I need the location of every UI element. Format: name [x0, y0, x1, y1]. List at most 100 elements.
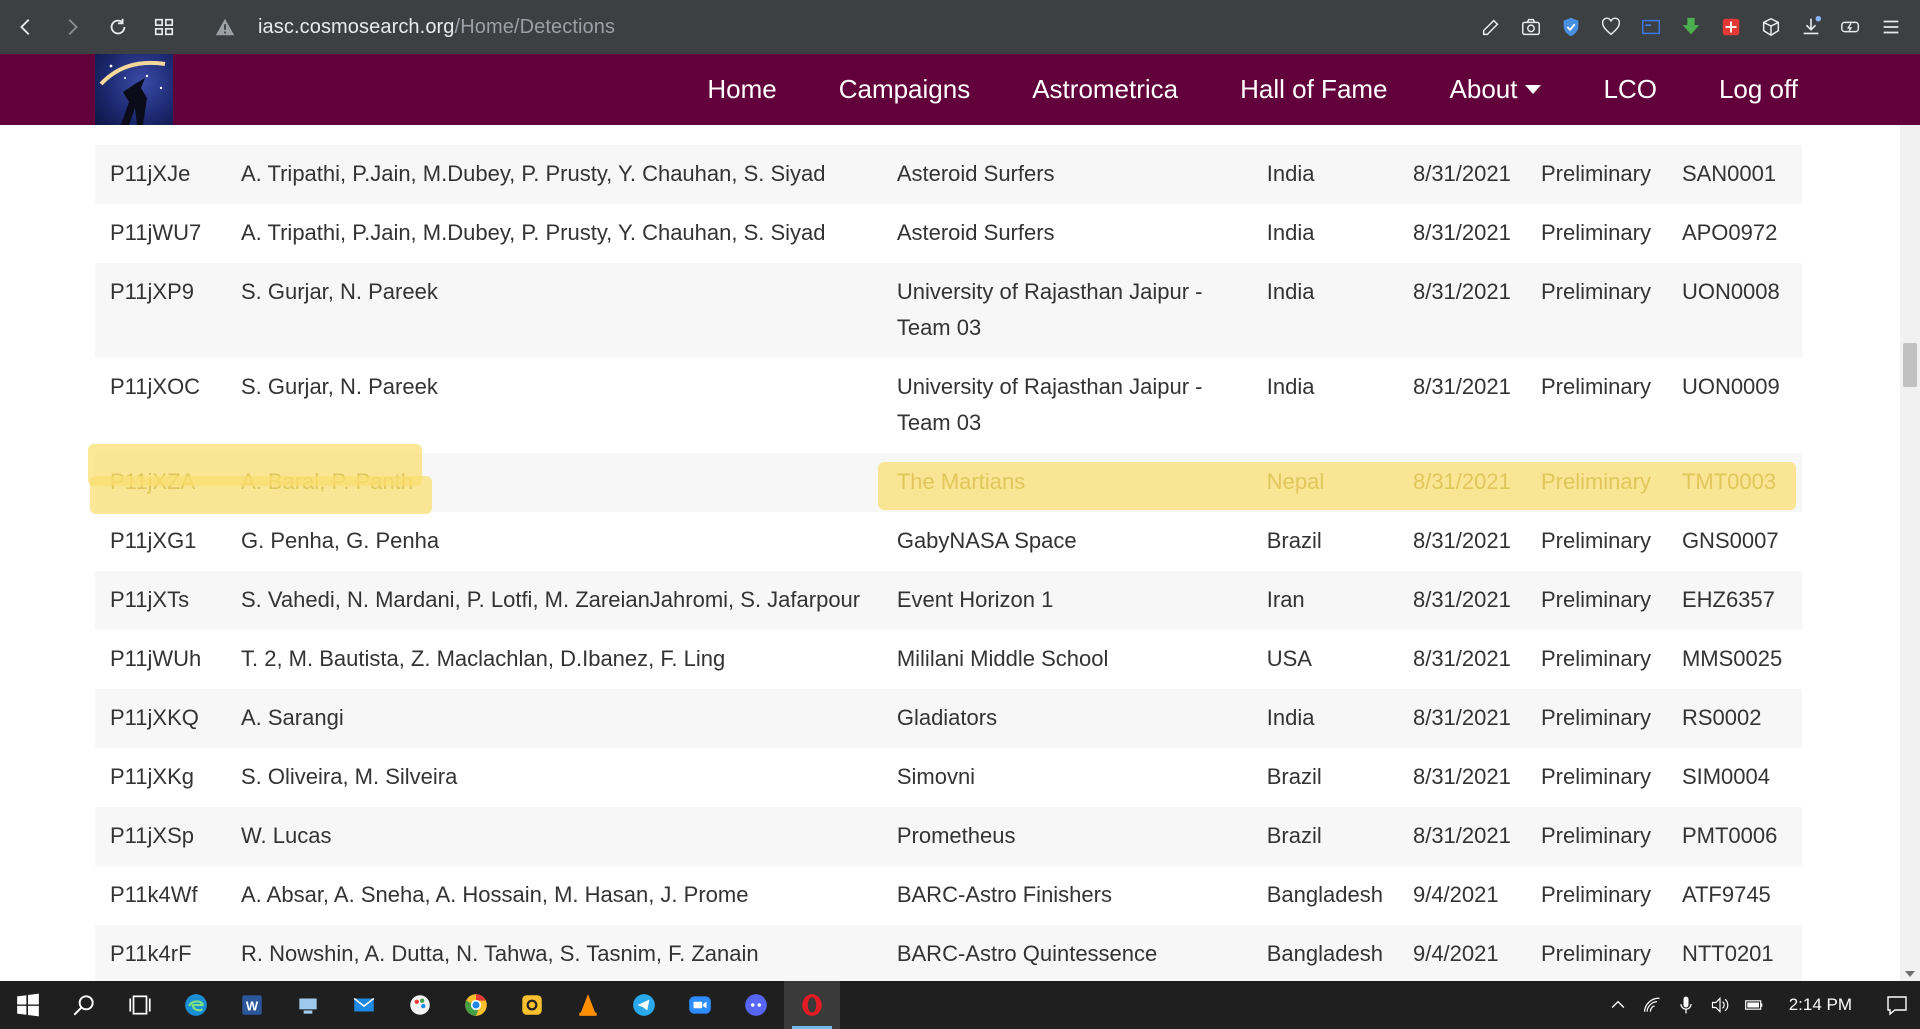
table-row: P11jXP9 S. Gurjar, N. Pareek University of…	[95, 263, 1802, 358]
country-cell: India	[1251, 145, 1398, 204]
downloads-icon[interactable]	[1796, 12, 1826, 42]
windows-start-icon[interactable]	[0, 981, 56, 1029]
back-button[interactable]	[6, 7, 46, 47]
tab-icon[interactable]	[1636, 12, 1666, 42]
vlc-icon[interactable]	[560, 981, 616, 1029]
taskbar-clock[interactable]: 2:14 PM	[1789, 995, 1852, 1015]
word-icon[interactable]: W	[224, 981, 280, 1029]
table-row: P11jXOC S. Gurjar, N. Pareek University of…	[95, 358, 1802, 453]
opera-icon[interactable]	[784, 981, 840, 1029]
windows-taskbar: W 2:14 PM	[0, 981, 1920, 1029]
table-row: P11jXKQ A. Sarangi Gladiators India 8/31/202…	[95, 689, 1802, 748]
system-tray: 2:14 PM	[1601, 981, 1920, 1029]
observers-cell: A. Sarangi	[225, 689, 882, 748]
observers-cell: S. Gurjar, N. Pareek	[225, 358, 882, 453]
nav-log-off[interactable]: Log off	[1719, 74, 1798, 105]
observers-cell: T. 2, M. Bautista, Z. Maclachlan, D.Iban…	[225, 630, 882, 689]
scroll-down-icon[interactable]	[1905, 971, 1915, 977]
country-cell: India	[1251, 689, 1398, 748]
scrollbar-thumb[interactable]	[1903, 343, 1917, 387]
country-cell: Bangladesh	[1251, 866, 1398, 925]
observers-cell: R. Nowshin, A. Dutta, N. Tahwa, S. Tasni…	[225, 925, 882, 981]
detection-date-cell: 8/31/2021	[1397, 263, 1526, 358]
download-arrow-icon[interactable]	[1676, 12, 1706, 42]
nav-astrometrica[interactable]: Astrometrica	[1032, 74, 1178, 105]
detection-code-cell: UON0009	[1666, 358, 1802, 453]
observers-cell: S. Oliveira, M. Silveira	[225, 748, 882, 807]
address-bar[interactable]: iasc.cosmosearch.org/Home/Detections	[212, 7, 1476, 47]
paint-icon[interactable]	[392, 981, 448, 1029]
warning-icon[interactable]	[212, 14, 238, 40]
notification-icon[interactable]	[1874, 981, 1920, 1029]
detection-date-cell: 8/31/2021	[1397, 571, 1526, 630]
status-cell: Preliminary	[1525, 630, 1667, 689]
table-row: P11jXJe A. Tripathi, P.Jain, M.Dubey, P. …	[95, 145, 1802, 204]
battery-icon[interactable]	[1836, 12, 1866, 42]
team-name-cell: Mililani Middle School	[881, 630, 1252, 689]
reload-button[interactable]	[98, 7, 138, 47]
detection-date-cell: 8/31/2021	[1397, 358, 1526, 453]
detection-date-cell: 9/4/2021	[1397, 925, 1526, 981]
page-scrollbar[interactable]	[1900, 125, 1920, 981]
volume-icon[interactable]	[1703, 981, 1737, 1029]
tabs-grid-button[interactable]	[144, 7, 184, 47]
detection-id-cell: P11k4Wf	[95, 866, 226, 925]
observers-cell: A. Tripathi, P.Jain, M.Dubey, P. Prusty,…	[225, 145, 882, 204]
svg-text:W: W	[246, 998, 259, 1013]
search-icon[interactable]	[56, 981, 112, 1029]
chevron-up-icon[interactable]	[1601, 981, 1635, 1029]
table-row: P11k4rF R. Nowshin, A. Dutta, N. Tahwa, S…	[95, 925, 1802, 981]
heart-icon[interactable]	[1596, 12, 1626, 42]
detection-id-cell: P11k4rF	[95, 925, 226, 981]
team-name-cell: Prometheus	[881, 807, 1252, 866]
nav-hall-of-fame[interactable]: Hall of Fame	[1240, 74, 1387, 105]
table-row: P11jXSp W. Lucas Prometheus Brazil 8/31/2021…	[95, 807, 1802, 866]
table-row: P11jXZA A. Baral, P. Panth The Martians Nep…	[95, 453, 1802, 512]
cube-icon[interactable]	[1756, 12, 1786, 42]
observers-cell: A. Absar, A. Sneha, A. Hossain, M. Hasan…	[225, 866, 882, 925]
detection-id-cell: P11jXZA	[95, 453, 226, 512]
url-path: /Home/Detections	[454, 15, 616, 38]
detection-id-cell: P11jXKQ	[95, 689, 226, 748]
edge-icon[interactable]	[168, 981, 224, 1029]
telegram-icon[interactable]	[616, 981, 672, 1029]
shield-icon[interactable]	[1556, 12, 1586, 42]
nav-lco[interactable]: LCO	[1603, 74, 1656, 105]
team-name-cell: The Martians	[881, 453, 1252, 512]
table-row: P11jWU7 A. Tripathi, P.Jain, M.Dubey, P. …	[95, 204, 1802, 263]
country-cell: India	[1251, 204, 1398, 263]
url-text[interactable]: iasc.cosmosearch.org/Home/Detections	[258, 16, 615, 39]
detection-code-cell: SAN0001	[1666, 145, 1802, 204]
mail-icon[interactable]	[336, 981, 392, 1029]
observers-cell: A. Baral, P. Panth	[225, 453, 882, 512]
browser-toolbar: iasc.cosmosearch.org/Home/Detections	[0, 0, 1920, 54]
zoom-icon[interactable]	[672, 981, 728, 1029]
microphone-icon[interactable]	[1669, 981, 1703, 1029]
nav-about[interactable]: About	[1450, 74, 1542, 105]
main-nav: Home Campaigns Astrometrica Hall of Fame…	[645, 54, 1798, 125]
status-cell: Preliminary	[1525, 204, 1667, 263]
battery-status-icon[interactable]	[1737, 981, 1771, 1029]
chevron-left-icon	[20, 19, 30, 35]
nav-home[interactable]: Home	[707, 74, 776, 105]
wifi-icon[interactable]	[1635, 981, 1669, 1029]
detection-code-cell: APO0972	[1666, 204, 1802, 263]
discord-icon[interactable]	[728, 981, 784, 1029]
chrome-icon[interactable]	[448, 981, 504, 1029]
camera-icon[interactable]	[1516, 12, 1546, 42]
app-yellow-icon[interactable]	[504, 981, 560, 1029]
addon-red-icon[interactable]	[1716, 12, 1746, 42]
detection-id-cell: P11jXG1	[95, 512, 226, 571]
site-logo[interactable]	[95, 54, 173, 125]
task-view-icon[interactable]	[112, 981, 168, 1029]
forward-button[interactable]	[52, 7, 92, 47]
edit-icon[interactable]	[1476, 12, 1506, 42]
status-cell: Preliminary	[1525, 866, 1667, 925]
detection-code-cell: PMT0006	[1666, 807, 1802, 866]
status-cell: Preliminary	[1525, 807, 1667, 866]
country-cell: USA	[1251, 630, 1398, 689]
file-explorer-icon[interactable]	[280, 981, 336, 1029]
team-name-cell: University of Rajasthan Jaipur - Team 03	[881, 263, 1252, 358]
nav-campaigns[interactable]: Campaigns	[839, 74, 971, 105]
menu-icon[interactable]	[1876, 12, 1906, 42]
